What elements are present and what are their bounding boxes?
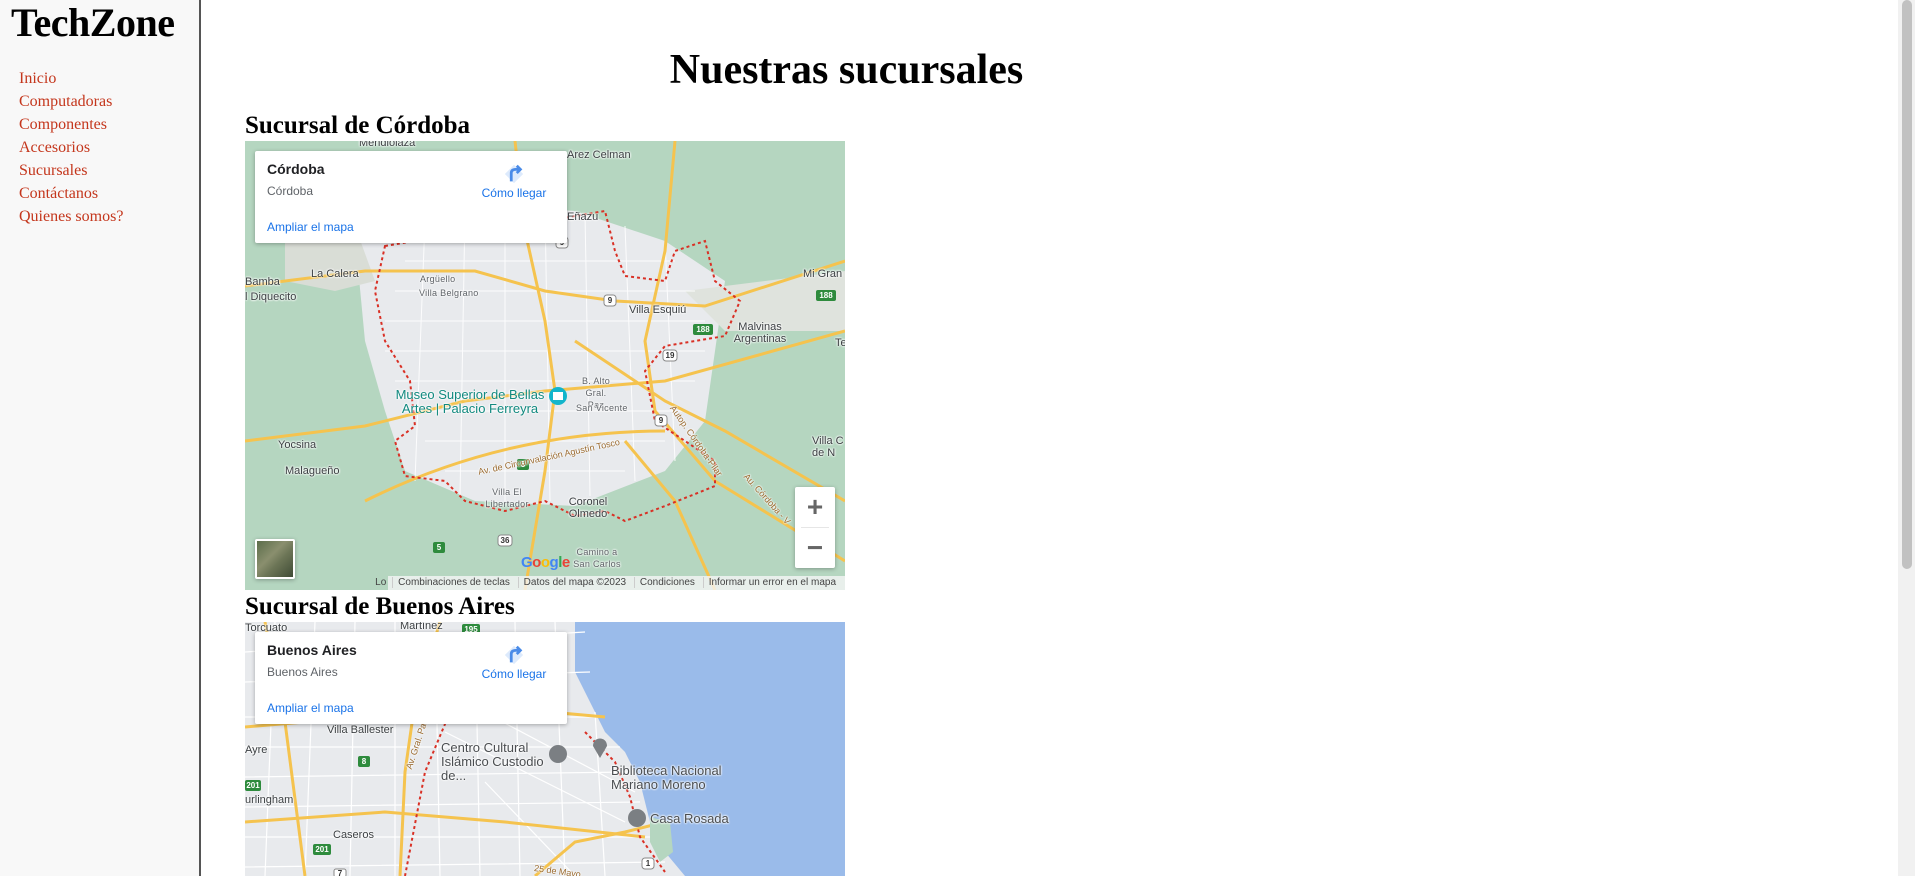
map-label: Bamba (245, 276, 280, 288)
svg-text:5: 5 (437, 543, 442, 552)
map-label: Mi Gran (803, 268, 843, 280)
map-label: Villa Ballester (327, 724, 394, 736)
svg-text:7: 7 (338, 869, 343, 876)
map-label: l Diquecito (245, 291, 297, 303)
map-label: Villa Belgrano (419, 288, 479, 298)
map-label: urlingham (245, 794, 294, 806)
directions-icon (504, 164, 524, 184)
svg-text:36: 36 (501, 536, 510, 545)
map-data-text: Datos del mapa ©2023 (517, 577, 632, 588)
sidebar: TechZone Inicio Computadoras Componentes… (0, 0, 201, 876)
directions-button[interactable]: Cómo llegar (479, 163, 549, 200)
svg-text:1: 1 (646, 859, 651, 868)
nav-link-computadoras[interactable]: Computadoras (19, 93, 112, 110)
map-label: San Vicente (576, 403, 628, 413)
map-buenos-aires[interactable]: 195 8 201 201 7 1 Torcuato Martínez Vill… (245, 622, 845, 876)
nav-link-sucursales[interactable]: Sucursales (19, 162, 87, 179)
map-label: Camino a San Carlos (573, 547, 621, 569)
map-label: Ayre (245, 744, 268, 756)
nav-link-componentes[interactable]: Componentes (19, 116, 107, 133)
map-label: La Calera (311, 268, 359, 280)
map-label: Mendiolaza (359, 141, 416, 149)
svg-text:9: 9 (608, 296, 613, 305)
map-label: Martínez (400, 622, 443, 632)
svg-text:9: 9 (659, 416, 664, 425)
brand-logo: TechZone (11, 0, 175, 45)
svg-text:188: 188 (819, 291, 833, 300)
scrollbar-thumb[interactable] (1902, 0, 1912, 569)
svg-text:8: 8 (362, 757, 367, 766)
map-info-card: Córdoba Córdoba Ampliar el mapa Cómo lle… (255, 151, 567, 243)
card-place-name: Córdoba (267, 161, 325, 177)
svg-text:201: 201 (246, 781, 260, 790)
branch-heading-buenos-aires: Sucursal de Buenos Aires (245, 593, 515, 620)
map-label: Coronel Olmedo (568, 496, 608, 520)
map-label: Caseros (333, 829, 374, 841)
map-label: Malagueño (285, 465, 340, 477)
map-label: Villa Esquiú (629, 304, 687, 316)
map-poi-museum[interactable]: Museo Superior de Bellas Artes | Palacio… (385, 388, 555, 416)
map-poi-casa-rosada[interactable]: Casa Rosada (650, 812, 729, 826)
page-title: Nuestras sucursales (669, 47, 1024, 93)
enlarge-map-link[interactable]: Ampliar el mapa (267, 701, 354, 715)
enlarge-map-link[interactable]: Ampliar el mapa (267, 220, 354, 234)
google-logo: Google (521, 554, 570, 571)
map-attribution-bar: Lo Combinaciones de teclas Datos del map… (375, 576, 845, 590)
zoom-in-button[interactable]: + (795, 487, 835, 527)
directions-icon (504, 645, 524, 665)
map-cordoba[interactable]: 9 9 188 188 19 9 5 5 36 Mendiolaza Arez … (245, 141, 845, 590)
branch-heading-cordoba: Sucursal de Córdoba (245, 112, 471, 139)
map-label: Argüello (420, 274, 456, 284)
page-scrollbar[interactable] (1898, 0, 1915, 876)
card-place-sub: Buenos Aires (267, 665, 338, 679)
map-label: Eñazu (567, 211, 599, 223)
map-label: Villa El Libertador (485, 487, 529, 509)
directions-label: Cómo llegar (481, 186, 547, 200)
directions-button[interactable]: Cómo llegar (479, 644, 549, 681)
map-label: Te (835, 337, 845, 349)
map-label: Malvinas Argentinas (733, 321, 787, 345)
nav-link-accesorios[interactable]: Accesorios (19, 139, 90, 156)
nav-link-contactanos[interactable]: Contáctanos (19, 185, 98, 202)
map-poi-cultural-center[interactable]: Centro Cultural Islámico Custodio de... (441, 741, 556, 783)
satellite-layer-button[interactable] (255, 539, 295, 579)
svg-text:188: 188 (696, 325, 710, 334)
main-nav: Inicio Computadoras Componentes Accesori… (19, 67, 123, 228)
nav-link-quienes-somos[interactable]: Quienes somos? (19, 208, 123, 225)
zoom-out-button[interactable]: − (795, 528, 835, 568)
keyboard-shortcuts-link[interactable]: Combinaciones de teclas (392, 577, 515, 588)
map-label: Yocsina (278, 439, 317, 451)
svg-text:19: 19 (666, 351, 675, 360)
report-error-link[interactable]: Informar un error en el mapa (702, 577, 841, 588)
card-place-name: Buenos Aires (267, 642, 357, 658)
attrib-lo: Lo (375, 577, 387, 588)
map-label: Arez Celman (567, 149, 631, 161)
directions-label: Cómo llegar (481, 667, 547, 681)
card-place-sub: Córdoba (267, 184, 314, 198)
map-info-card: Buenos Aires Buenos Aires Ampliar el map… (255, 632, 567, 724)
map-label: Villa C de N (812, 435, 844, 459)
zoom-control: + − (795, 487, 835, 568)
map-poi-library[interactable]: Biblioteca Nacional Mariano Moreno (611, 764, 736, 792)
terms-link[interactable]: Condiciones (633, 577, 700, 588)
svg-text:201: 201 (315, 845, 329, 854)
nav-link-inicio[interactable]: Inicio (19, 70, 56, 87)
